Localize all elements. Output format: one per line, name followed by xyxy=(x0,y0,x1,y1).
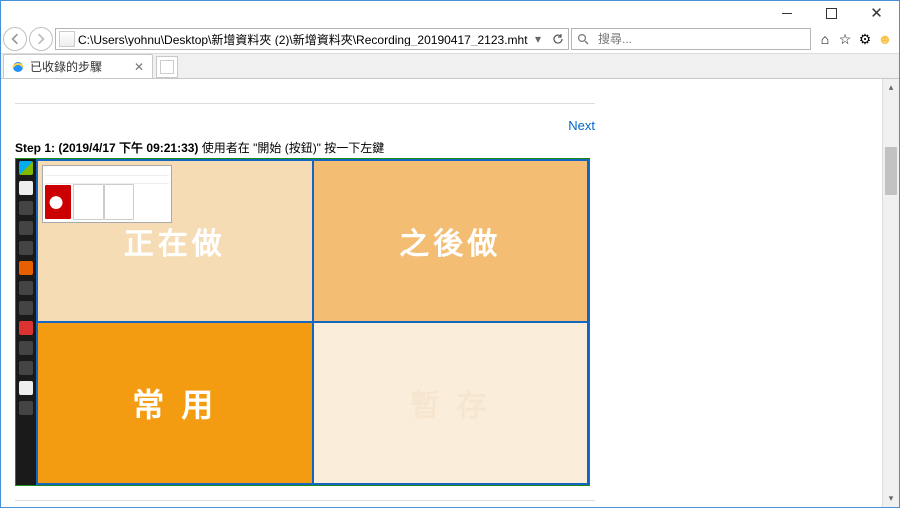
ie-favicon xyxy=(10,59,26,75)
quadrant-doing-now: ● 正在做 xyxy=(37,160,313,322)
search-bar[interactable] xyxy=(571,28,811,50)
quadrant-label: 暫 存 xyxy=(410,381,490,425)
screenshot-desktop-grid: ● 正在做 之後做 常 用 暫 存 xyxy=(36,159,589,485)
step-screenshot[interactable]: ● 正在做 之後做 常 用 暫 存 xyxy=(15,158,590,486)
tab-close-button[interactable]: ✕ xyxy=(132,60,146,74)
taskbar-icon xyxy=(19,321,33,335)
quadrant-label: 之後做 xyxy=(399,219,501,263)
taskbar-icon xyxy=(19,341,33,355)
next-link[interactable]: Next xyxy=(568,118,595,133)
tab-title: 已收錄的步驟 xyxy=(30,58,132,75)
browser-chrome: ▾ ⌂ ☆ ⚙ ☻ xyxy=(1,25,899,53)
page[interactable]: Next Step 1: (2019/4/17 下午 09:21:33) 使用者… xyxy=(1,79,882,507)
taskbar-icon xyxy=(19,281,33,295)
address-input[interactable] xyxy=(78,32,528,46)
quadrant-do-later: 之後做 xyxy=(313,160,589,322)
tab-strip: 已收錄的步驟 ✕ xyxy=(1,53,899,79)
home-icon[interactable]: ⌂ xyxy=(816,30,834,48)
quadrant-temp-storage: 暫 存 xyxy=(313,322,589,484)
quadrant-label: 常 用 xyxy=(132,380,217,426)
window-maximize-button[interactable] xyxy=(809,1,854,25)
scroll-down-button[interactable]: ▾ xyxy=(883,490,899,507)
taskbar-icon xyxy=(19,401,33,415)
tab-recorded-steps[interactable]: 已收錄的步驟 ✕ xyxy=(3,54,153,78)
quadrant-frequently-used: 常 用 xyxy=(37,322,313,484)
window-titlebar: ✕ xyxy=(1,1,899,25)
divider xyxy=(15,500,595,501)
taskbar-icon xyxy=(19,241,33,255)
taskbar-icon xyxy=(19,301,33,315)
taskbar-icon xyxy=(19,221,33,235)
tools-icon[interactable]: ⚙ xyxy=(856,30,874,48)
refresh-button[interactable] xyxy=(548,29,568,49)
address-history-dropdown[interactable]: ▾ xyxy=(528,29,548,49)
quadrant-label: 正在做 xyxy=(124,219,226,263)
scroll-thumb[interactable] xyxy=(885,147,897,195)
page-icon xyxy=(160,60,174,74)
feedback-smile-icon[interactable]: ☻ xyxy=(876,30,894,48)
page-icon xyxy=(59,31,75,47)
new-tab-button[interactable] xyxy=(156,56,178,78)
taskbar-icon xyxy=(19,261,33,275)
search-icon xyxy=(572,33,594,45)
step-caption: Step 1: (2019/4/17 下午 09:21:33) 使用者在 "開始… xyxy=(15,139,595,156)
step-caption-rest: 使用者在 "開始 (按鈕)" 按一下左鍵 xyxy=(202,141,385,155)
address-bar[interactable]: ▾ xyxy=(55,28,569,50)
screenshot-overlay-window: ● xyxy=(42,165,172,223)
search-input[interactable] xyxy=(594,32,810,46)
nav-next-top: Next xyxy=(15,118,595,133)
divider xyxy=(15,103,595,104)
back-button[interactable] xyxy=(3,27,27,51)
scroll-up-button[interactable]: ▴ xyxy=(883,79,899,96)
window-close-button[interactable]: ✕ xyxy=(854,1,899,25)
step-caption-bold: Step 1: (2019/4/17 下午 09:21:33) xyxy=(15,141,202,155)
vertical-scrollbar[interactable]: ▴ ▾ xyxy=(882,79,899,507)
content-viewport: Next Step 1: (2019/4/17 下午 09:21:33) 使用者… xyxy=(1,79,899,507)
start-button-icon xyxy=(19,161,33,175)
taskbar-icon xyxy=(19,181,33,195)
forward-button[interactable] xyxy=(29,27,53,51)
screenshot-taskbar xyxy=(16,159,36,485)
taskbar-icon xyxy=(19,201,33,215)
command-bar: ⌂ ☆ ⚙ ☻ xyxy=(813,30,897,48)
taskbar-icon xyxy=(19,381,33,395)
window-minimize-button[interactable] xyxy=(764,1,809,25)
taskbar-icon xyxy=(19,361,33,375)
favorites-icon[interactable]: ☆ xyxy=(836,30,854,48)
